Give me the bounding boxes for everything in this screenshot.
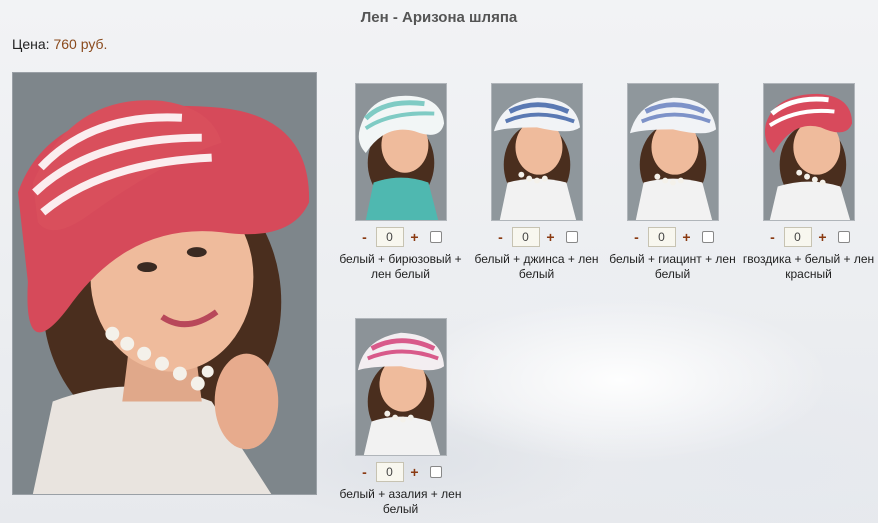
variant-thumbnail[interactable] (626, 83, 719, 221)
quantity-stepper: - + (333, 226, 468, 248)
decrement-button[interactable]: - (360, 462, 370, 482)
variant-thumbnail[interactable] (490, 83, 583, 221)
select-checkbox[interactable] (565, 231, 578, 243)
price-line: Цена: 760 руб. (12, 36, 107, 52)
quantity-input[interactable] (647, 227, 676, 247)
decrement-button[interactable]: - (632, 227, 642, 247)
variant-photo (355, 319, 446, 455)
price-label: Цена: (12, 36, 50, 52)
variant-photo (491, 84, 582, 220)
variant-label: белый + джинса + лен белый (474, 252, 599, 281)
variant-photo (627, 84, 718, 220)
increment-button[interactable]: + (682, 227, 692, 247)
select-checkbox[interactable] (701, 231, 714, 243)
variant-label: белый + гиацинт + лен белый (609, 252, 736, 281)
variant-card: - + белый + азалия + лен белый (333, 318, 468, 517)
variant-label: белый + азалия + лен белый (339, 487, 462, 516)
select-checkbox[interactable] (429, 466, 442, 478)
product-title: Лен - Аризона шляпа (360, 9, 518, 26)
quantity-stepper: - + (333, 461, 468, 483)
quantity-stepper: - + (741, 226, 876, 248)
variant-label: гвоздика + белый + лен красный (742, 252, 875, 281)
quantity-input[interactable] (375, 462, 404, 482)
decrement-button[interactable]: - (496, 227, 506, 247)
main-photo-image (13, 73, 316, 494)
variant-card: - + белый + гиацинт + лен белый (605, 83, 740, 282)
variant-card: - + гвоздика + белый + лен красный (741, 83, 876, 282)
main-product-photo[interactable] (12, 72, 317, 495)
quantity-input[interactable] (511, 227, 540, 247)
variant-thumbnail[interactable] (354, 83, 447, 221)
variant-label: белый + бирюзовый + лен белый (339, 252, 462, 281)
decrement-button[interactable]: - (360, 227, 370, 247)
select-checkbox[interactable] (429, 231, 442, 243)
variant-thumbnail[interactable] (762, 83, 855, 221)
select-checkbox[interactable] (837, 231, 850, 243)
quantity-input[interactable] (783, 227, 812, 247)
quantity-stepper: - + (605, 226, 740, 248)
quantity-input[interactable] (375, 227, 404, 247)
increment-button[interactable]: + (546, 227, 556, 247)
increment-button[interactable]: + (818, 227, 828, 247)
variant-card: - + белый + джинса + лен белый (469, 83, 604, 282)
variant-photo (355, 84, 446, 220)
increment-button[interactable]: + (410, 227, 420, 247)
decrement-button[interactable]: - (768, 227, 778, 247)
price-value: 760 руб. (53, 36, 108, 52)
quantity-stepper: - + (469, 226, 604, 248)
variant-thumbnail[interactable] (354, 318, 447, 456)
variant-card: - + белый + бирюзовый + лен белый (333, 83, 468, 282)
increment-button[interactable]: + (410, 462, 420, 482)
variant-photo (763, 84, 854, 220)
